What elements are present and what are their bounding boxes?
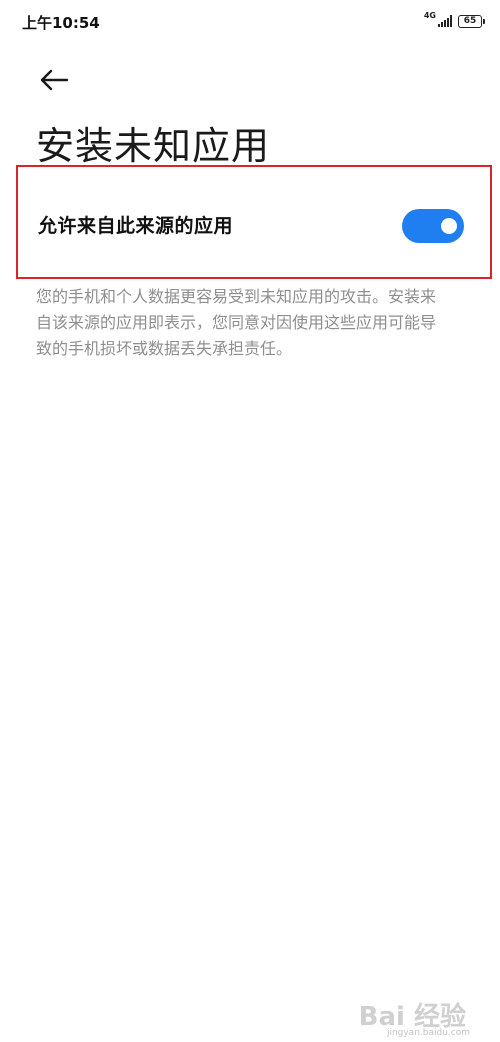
status-icons: 4G 65 — [423, 10, 485, 30]
signal-icon — [438, 15, 452, 27]
toggle-knob — [441, 218, 457, 234]
battery-level: 65 — [463, 15, 477, 26]
page-title: 安装未知应用 — [36, 124, 271, 168]
allow-source-setting-row[interactable]: 允许来自此来源的应用 — [16, 165, 492, 279]
network-type-label: 4G — [423, 10, 436, 20]
back-button[interactable] — [36, 62, 72, 98]
allow-source-label: 允许来自此来源的应用 — [38, 215, 234, 237]
baidu-watermark-logo: Bai 经验 — [358, 1002, 466, 1032]
arrow-left-icon — [40, 69, 69, 91]
status-time: 上午10:54 — [22, 14, 100, 32]
baidu-watermark-url: jingyan.baidu.com — [386, 1028, 470, 1038]
warning-description: 您的手机和个人数据更容易受到未知应用的攻击。安装来自该来源的应用即表示，您同意对… — [36, 287, 437, 358]
status-bar: 上午10:54 4G 65 — [0, 0, 500, 44]
battery-icon: 65 — [458, 14, 485, 28]
allow-source-toggle[interactable] — [402, 209, 464, 243]
